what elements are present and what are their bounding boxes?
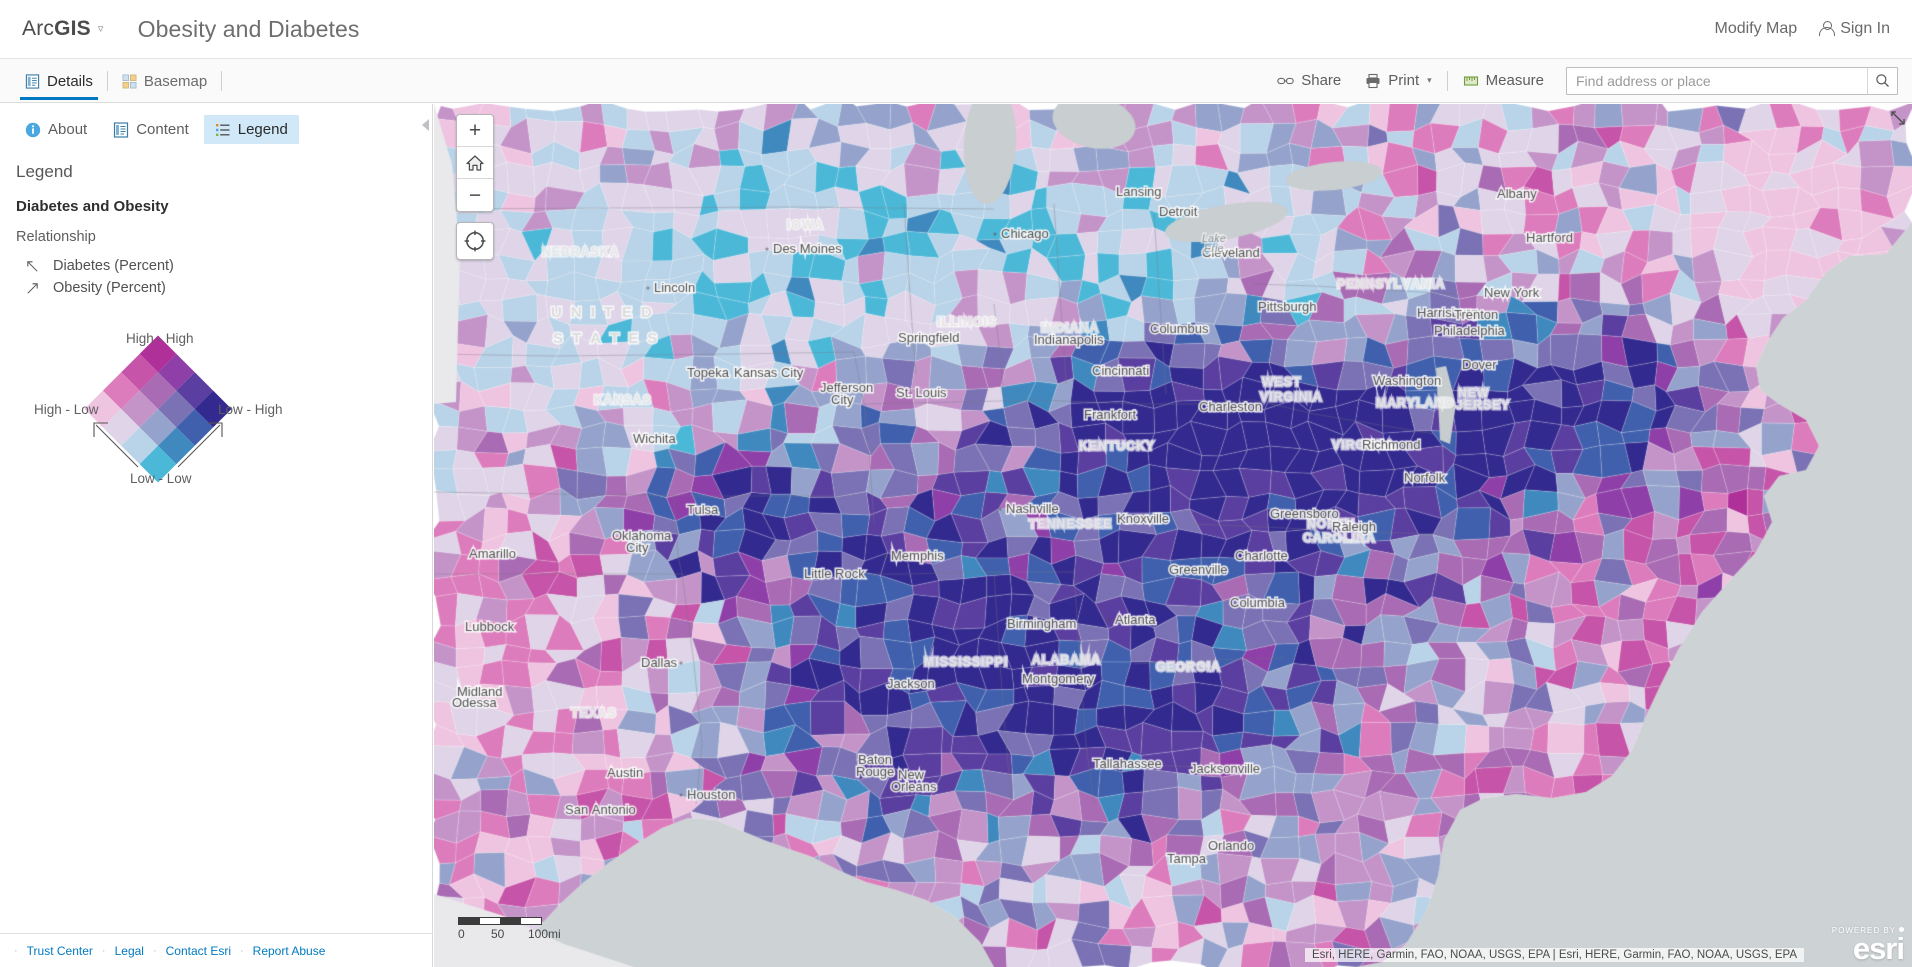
- footer-links: · Trust Center · Legal · Contact Esri · …: [0, 933, 433, 967]
- legend-variable-2-label: Obesity (Percent): [53, 280, 166, 296]
- header-actions: Modify Map Sign In: [1714, 20, 1890, 38]
- toolbar-left-group: Details Basemap: [14, 63, 225, 100]
- panel-tab-content[interactable]: Content: [102, 115, 200, 144]
- layer-title: Diabetes and Obesity: [16, 198, 169, 215]
- scale-bar-labels: 0 50 100mi: [458, 927, 568, 943]
- toolbar-divider-2: [221, 70, 223, 91]
- details-icon: [25, 73, 40, 89]
- legend-panel: Legend Diabetes and Obesity Relationship…: [0, 144, 432, 496]
- tab-details[interactable]: Details: [14, 63, 104, 100]
- measure-button[interactable]: Measure: [1451, 66, 1556, 95]
- panel-tab-about[interactable]: About: [14, 115, 98, 144]
- tab-basemap[interactable]: Basemap: [111, 63, 218, 99]
- footer-link-trust-center[interactable]: Trust Center: [21, 944, 99, 958]
- brand-prefix: Arc: [22, 17, 55, 40]
- chevron-left-icon: [421, 119, 429, 131]
- expand-icon: [1891, 111, 1905, 125]
- panel-collapse-handle[interactable]: [417, 112, 433, 138]
- arrow-up-right-icon: [25, 281, 40, 296]
- legend-variable-diabetes: Diabetes (Percent): [16, 255, 416, 277]
- search-input[interactable]: [1567, 72, 1867, 89]
- zoom-in-button[interactable]: +: [457, 115, 493, 147]
- map-toolbar: Details Basemap Share Print ▾ Measure Fi…: [0, 59, 1912, 103]
- panel-tab-legend-label: Legend: [237, 121, 288, 138]
- legend-heading: Legend: [16, 162, 73, 181]
- scale-max-label: 100mi: [528, 927, 561, 941]
- search-box[interactable]: [1566, 66, 1898, 95]
- printer-icon: [1365, 73, 1381, 89]
- share-button[interactable]: Share: [1265, 66, 1353, 95]
- locate-button[interactable]: [456, 222, 494, 260]
- chevron-down-icon[interactable]: ▿: [98, 22, 104, 35]
- map-attribution: Esri, HERE, Garmin, FAO, NOAA, USGS, EPA…: [1304, 948, 1804, 962]
- print-button[interactable]: Print ▾: [1353, 66, 1443, 95]
- person-icon: [1819, 21, 1836, 37]
- toolbar-divider: [106, 70, 108, 91]
- zoom-out-button[interactable]: −: [457, 179, 493, 211]
- footer-dot: ·: [101, 944, 106, 957]
- sign-in-button[interactable]: Sign In: [1819, 20, 1890, 38]
- scale-mid-label: 50: [491, 927, 505, 941]
- home-button[interactable]: [457, 147, 493, 179]
- panel-tabs: About Content Legend: [0, 104, 432, 144]
- footer-link-report-abuse[interactable]: Report Abuse: [247, 944, 332, 958]
- search-icon: [1876, 74, 1889, 87]
- modify-map-button[interactable]: Modify Map: [1714, 20, 1797, 38]
- scale-bar-graphic: [458, 917, 542, 925]
- basemap-icon: [122, 74, 137, 89]
- legend-label-high-high: High - High: [126, 331, 194, 346]
- legend-icon: [215, 122, 231, 138]
- print-label: Print: [1388, 72, 1420, 89]
- measure-label: Measure: [1485, 72, 1544, 89]
- content-icon: [113, 121, 129, 138]
- tab-details-label: Details: [47, 72, 93, 90]
- sign-in-label: Sign In: [1840, 20, 1890, 37]
- modify-map-label: Modify Map: [1714, 20, 1798, 37]
- app-body: About Content Legend Legend Diabetes and…: [0, 104, 1912, 967]
- legend-arrow-left-icon: [93, 422, 139, 468]
- legend-label-low-low: Low - Low: [130, 471, 192, 486]
- legend-variable-1-label: Diabetes (Percent): [53, 258, 174, 274]
- footer-dot: ·: [240, 944, 244, 957]
- chevron-down-icon: ▾: [1427, 75, 1432, 85]
- map-choropleth-canvas[interactable]: [434, 104, 1912, 967]
- relationship-label: Relationship: [16, 229, 96, 245]
- locate-icon: [464, 230, 486, 252]
- legend-label-low-high: Low - High: [218, 402, 283, 417]
- legend-label-high-low: High - Low: [34, 402, 99, 417]
- arrow-up-left-icon: [25, 259, 40, 274]
- left-panel: About Content Legend Legend Diabetes and…: [0, 104, 433, 967]
- page-title: Obesity and Diabetes: [137, 15, 360, 42]
- arcgis-map-viewer: ArcGIS ▿ Obesity and Diabetes Modify Map …: [0, 0, 1912, 967]
- home-icon: [466, 154, 484, 171]
- footer-dot: ·: [152, 944, 157, 957]
- footer-dot: ·: [14, 944, 18, 957]
- esri-wordmark: esri: [1852, 931, 1905, 967]
- measure-icon: [1463, 73, 1479, 89]
- tab-basemap-label: Basemap: [143, 72, 208, 90]
- info-icon: [25, 122, 41, 138]
- legend-variable-obesity: Obesity (Percent): [16, 277, 416, 299]
- footer-link-contact-esri[interactable]: Contact Esri: [160, 944, 237, 958]
- scale-min-label: 0: [458, 927, 465, 941]
- panel-tab-legend[interactable]: Legend: [203, 115, 299, 144]
- app-header: ArcGIS ▿ Obesity and Diabetes Modify Map …: [0, 0, 1912, 59]
- panel-tab-about-label: About: [48, 121, 88, 138]
- expand-map-button[interactable]: [1888, 108, 1908, 128]
- esri-logo: POWERED BY esri: [1832, 927, 1905, 967]
- map-view[interactable]: + − 0 50 100mi Esri, HERE, Garmin, FAO, …: [434, 104, 1912, 967]
- bivariate-legend: High - High Low - Low High - Low Low - H…: [18, 321, 318, 496]
- search-button[interactable]: [1867, 67, 1897, 94]
- scale-bar: 0 50 100mi: [458, 917, 568, 943]
- toolbar-right-group: Share Print ▾ Measure: [1265, 66, 1898, 95]
- share-label: Share: [1301, 72, 1342, 89]
- arcgis-brand[interactable]: ArcGIS ▿: [22, 17, 104, 41]
- map-zoom-controls: + −: [456, 114, 494, 212]
- footer-link-legal[interactable]: Legal: [109, 944, 150, 958]
- panel-tab-content-label: Content: [136, 121, 189, 138]
- legend-arrow-right-icon: [177, 422, 223, 468]
- brand-bold: GIS: [54, 17, 91, 40]
- toolbar-divider-3: [1446, 70, 1448, 91]
- share-icon: [1277, 75, 1294, 87]
